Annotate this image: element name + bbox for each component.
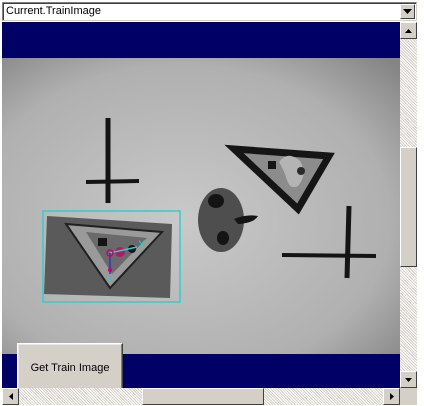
horizontal-scroll-thumb[interactable] xyxy=(142,388,264,405)
x-axis-label: X xyxy=(138,239,146,251)
chevron-down-icon xyxy=(403,9,412,14)
arrow-up-icon xyxy=(405,28,412,33)
vertical-scrollbar[interactable] xyxy=(400,22,417,388)
vertical-scroll-thumb[interactable] xyxy=(400,147,417,267)
get-train-image-button[interactable]: Get Train Image xyxy=(17,343,123,388)
train-image-display[interactable]: X Y xyxy=(2,58,400,354)
dropdown-button[interactable] xyxy=(400,4,415,19)
image-viewport[interactable]: X Y Get Train Image xyxy=(2,22,400,388)
scroll-up-button[interactable] xyxy=(400,22,417,39)
arrow-right-icon xyxy=(389,393,394,400)
image-selector-value: Current.TrainImage xyxy=(6,5,101,17)
y-axis-endpoint xyxy=(108,268,112,272)
arrow-down-icon xyxy=(405,377,412,382)
scrollbar-corner xyxy=(400,388,417,405)
arrow-left-icon xyxy=(8,393,13,400)
horizontal-scrollbar[interactable] xyxy=(2,388,400,405)
y-axis-label: Y xyxy=(106,275,114,287)
image-selector-dropdown[interactable]: Current.TrainImage xyxy=(2,2,417,21)
scroll-down-button[interactable] xyxy=(400,371,417,388)
scroll-left-button[interactable] xyxy=(2,388,19,405)
scroll-right-button[interactable] xyxy=(383,388,400,405)
